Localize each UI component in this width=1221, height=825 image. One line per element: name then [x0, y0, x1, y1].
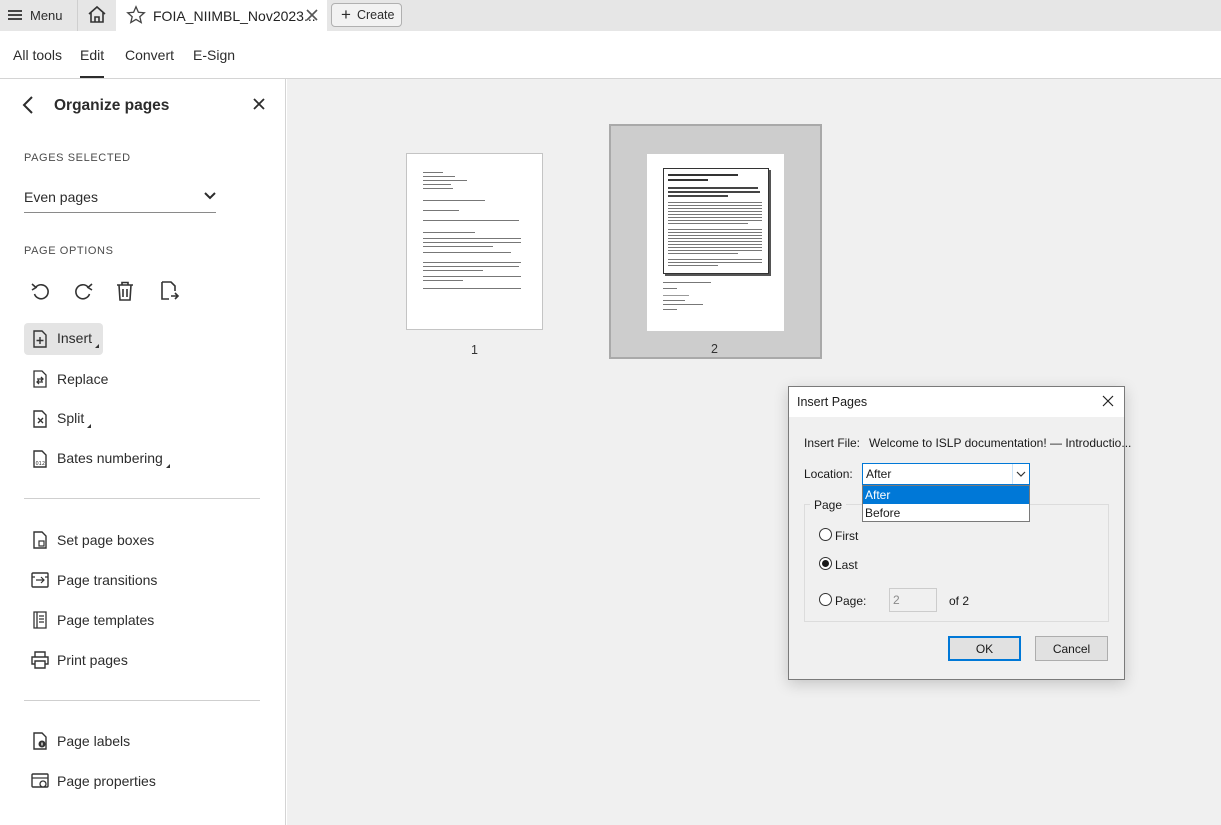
location-option-after[interactable]: After — [863, 486, 1029, 504]
insert-pages-dialog: Insert Pages Insert File: Welcome to ISL… — [788, 386, 1131, 680]
radio-last-label[interactable]: Last — [835, 558, 858, 572]
radio-first-label[interactable]: First — [835, 529, 858, 543]
top-toolbar: All tools Edit Convert E-Sign — [0, 31, 1221, 79]
page-number-input[interactable]: 2 — [889, 588, 937, 612]
menu-button[interactable]: Menu — [8, 3, 63, 27]
page-transitions-label: Page transitions — [57, 572, 158, 588]
radio-last[interactable] — [819, 557, 832, 570]
page-thumbnail-2 — [647, 154, 784, 331]
tab-all-tools[interactable]: All tools — [13, 47, 62, 63]
pages-selected-label: PAGES SELECTED — [24, 152, 131, 164]
location-option-before[interactable]: Before — [863, 504, 1029, 522]
page-transitions-item[interactable]: Page transitions — [24, 564, 157, 596]
radio-first[interactable] — [819, 528, 832, 541]
page-number-1: 1 — [471, 343, 478, 357]
page-thumbnail-1[interactable] — [406, 153, 543, 330]
page-labels-item[interactable]: Page labels — [24, 725, 130, 757]
close-icon[interactable] — [1100, 393, 1116, 409]
back-arrow-icon[interactable] — [20, 95, 38, 115]
insert-page-icon — [33, 330, 47, 348]
dialog-title: Insert Pages — [797, 395, 868, 409]
replace-page-icon — [33, 370, 47, 388]
home-button[interactable] — [84, 4, 110, 26]
page-group-label: Page — [810, 498, 847, 512]
set-page-boxes-label: Set page boxes — [57, 532, 155, 548]
pages-selected-value: Even pages — [24, 189, 98, 205]
page-transitions-icon — [31, 572, 49, 588]
cancel-button[interactable]: Cancel — [1035, 636, 1108, 661]
organize-pages-panel: Organize pages PAGES SELECTED Even pages… — [0, 79, 286, 825]
page-thumbnail-2-selected[interactable]: 2 — [609, 124, 822, 359]
replace-item[interactable]: Replace — [24, 363, 108, 395]
insert-item[interactable]: Insert — [24, 323, 103, 355]
extract-pages-icon[interactable] — [157, 279, 181, 303]
location-label: Location: — [804, 467, 853, 481]
print-pages-label: Print pages — [57, 652, 128, 668]
divider — [24, 700, 260, 701]
replace-label: Replace — [57, 371, 109, 387]
tab-e-sign[interactable]: E-Sign — [193, 47, 235, 63]
tab-edit[interactable]: Edit — [80, 47, 105, 78]
page-labels-icon — [33, 732, 47, 750]
split-label: Split — [57, 410, 91, 428]
chevron-down-icon — [204, 192, 216, 200]
page-of-label: of 2 — [949, 594, 970, 608]
pages-selected-dropdown[interactable]: Even pages — [24, 187, 216, 213]
page-properties-item[interactable]: Page properties — [24, 765, 156, 797]
create-label: Create — [356, 8, 395, 22]
insert-file-label: Insert File: — [804, 436, 861, 450]
rotate-left-icon[interactable] — [29, 279, 53, 303]
bates-numbering-item[interactable]: 012 Bates numbering — [24, 443, 170, 475]
chevron-down-icon — [1016, 471, 1026, 477]
page-properties-label: Page properties — [57, 773, 156, 789]
radio-page-label[interactable]: Page: — [835, 594, 866, 608]
page-templates-label: Page templates — [57, 612, 155, 628]
close-tab-icon[interactable] — [304, 7, 320, 23]
tab-convert[interactable]: Convert — [125, 47, 174, 63]
location-selected-value: After — [866, 467, 892, 481]
dialog-title-bar: Insert Pages — [789, 387, 1124, 417]
page-number-2: 2 — [711, 342, 718, 356]
page-properties-icon — [31, 773, 49, 788]
star-icon[interactable] — [126, 5, 146, 25]
create-button[interactable]: + Create — [331, 3, 402, 27]
hamburger-icon — [8, 10, 22, 20]
location-select[interactable]: After — [862, 463, 1030, 485]
document-tab-title: FOIA_NIIMBL_Nov2023... — [153, 8, 316, 24]
close-panel-icon[interactable] — [252, 97, 266, 111]
insert-file-value: Welcome to ISLP documentation! — Introdu… — [869, 436, 1132, 450]
split-item[interactable]: Split — [24, 403, 91, 435]
page-templates-icon — [33, 611, 47, 629]
title-tab-bar: Menu FOIA_NIIMBL_Nov2023... + Create — [0, 0, 1221, 31]
page-labels-label: Page labels — [57, 733, 131, 749]
divider — [24, 498, 260, 499]
tab-separator — [77, 0, 78, 31]
rotate-right-icon[interactable] — [71, 279, 95, 303]
bates-numbering-label: Bates numbering — [57, 450, 170, 468]
bates-numbering-icon: 012 — [33, 450, 47, 468]
page-templates-item[interactable]: Page templates — [24, 604, 154, 636]
set-page-boxes-item[interactable]: Set page boxes — [24, 524, 154, 556]
print-pages-item[interactable]: Print pages — [24, 644, 128, 676]
home-icon — [88, 5, 106, 23]
radio-page[interactable] — [819, 593, 832, 606]
ok-button[interactable]: OK — [948, 636, 1021, 661]
document-tab[interactable]: FOIA_NIIMBL_Nov2023... — [116, 0, 327, 31]
delete-icon[interactable] — [113, 279, 137, 303]
plus-icon: + — [341, 4, 351, 24]
menu-label: Menu — [30, 7, 63, 23]
svg-text:012: 012 — [36, 461, 46, 467]
panel-title: Organize pages — [54, 97, 170, 114]
page-boxes-icon — [33, 531, 47, 549]
dropdown-arrow[interactable] — [1012, 464, 1029, 484]
printer-icon — [31, 651, 49, 669]
split-icon — [33, 410, 47, 428]
insert-label: Insert — [57, 330, 99, 348]
location-dropdown-list: After Before — [862, 485, 1030, 522]
page-options-label: PAGE OPTIONS — [24, 245, 114, 257]
